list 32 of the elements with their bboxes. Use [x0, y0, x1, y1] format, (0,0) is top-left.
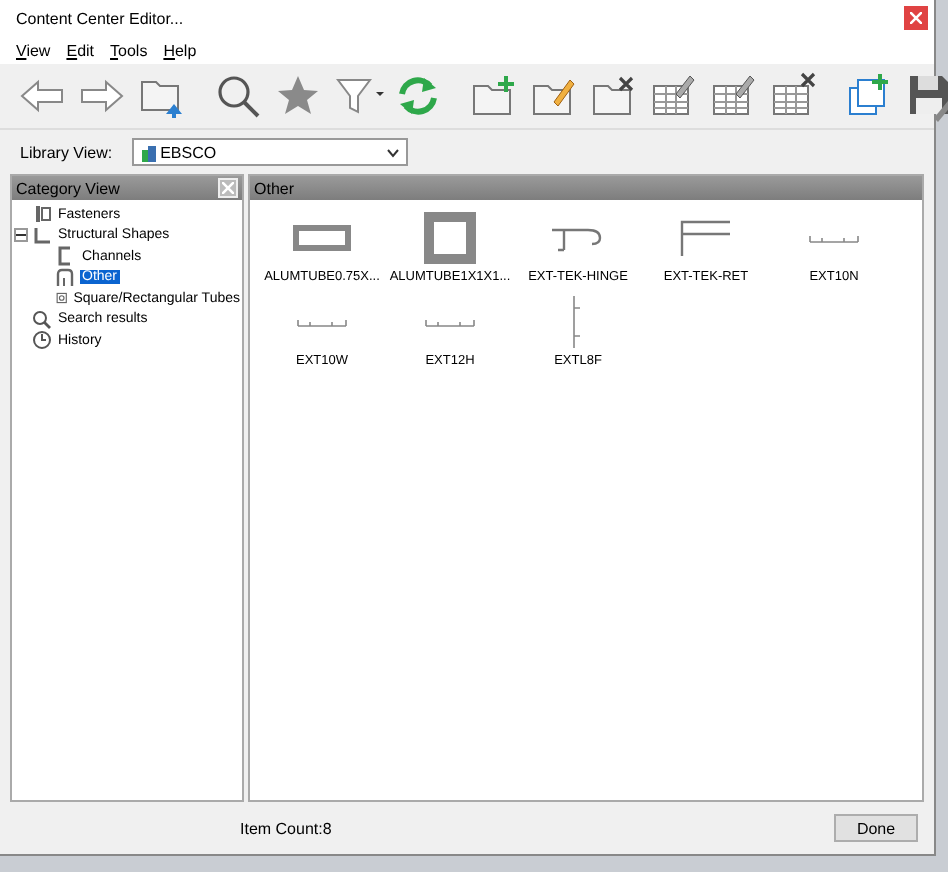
flat-profile-drawing: [296, 316, 348, 328]
item-count: Item Count:8: [240, 819, 332, 837]
library-icon: [140, 143, 159, 161]
clock-icon: [32, 330, 52, 351]
collapse-toggle[interactable]: [14, 228, 28, 243]
menu-item[interactable]: Tools: [110, 41, 148, 59]
square-tube-drawing: [424, 212, 476, 264]
menu-item[interactable]: View: [16, 41, 51, 59]
window-title: Content Center Editor...: [16, 9, 184, 27]
close-icon: [910, 12, 922, 24]
panel-title: Category View: [16, 179, 120, 197]
flat-profile-drawing: [808, 232, 860, 244]
angle-icon: [32, 225, 52, 246]
close-icon: [222, 182, 234, 194]
library-view-dropdown[interactable]: EBSCO: [132, 138, 409, 166]
floppy-pencil-button[interactable]: [904, 70, 948, 122]
channel-icon: [56, 246, 76, 267]
menu-item[interactable]: Help: [163, 41, 197, 59]
close-button[interactable]: [904, 6, 928, 30]
panel-title: Other: [254, 179, 295, 197]
flat-profile-drawing: [424, 316, 476, 328]
return-profile-drawing: [678, 218, 734, 258]
bolt-icon: [32, 204, 52, 225]
caret-icon: [386, 147, 401, 157]
vertical-profile-drawing: [570, 296, 586, 348]
search-icon: [32, 309, 52, 330]
tube-icon: [56, 288, 68, 309]
done-button[interactable]: Done: [834, 814, 918, 842]
menu-item[interactable]: Edit: [66, 41, 95, 59]
library-view-label: Library View:: [20, 143, 113, 161]
search-button[interactable]: [212, 70, 264, 122]
rectangular-tube-drawing: [292, 224, 352, 252]
